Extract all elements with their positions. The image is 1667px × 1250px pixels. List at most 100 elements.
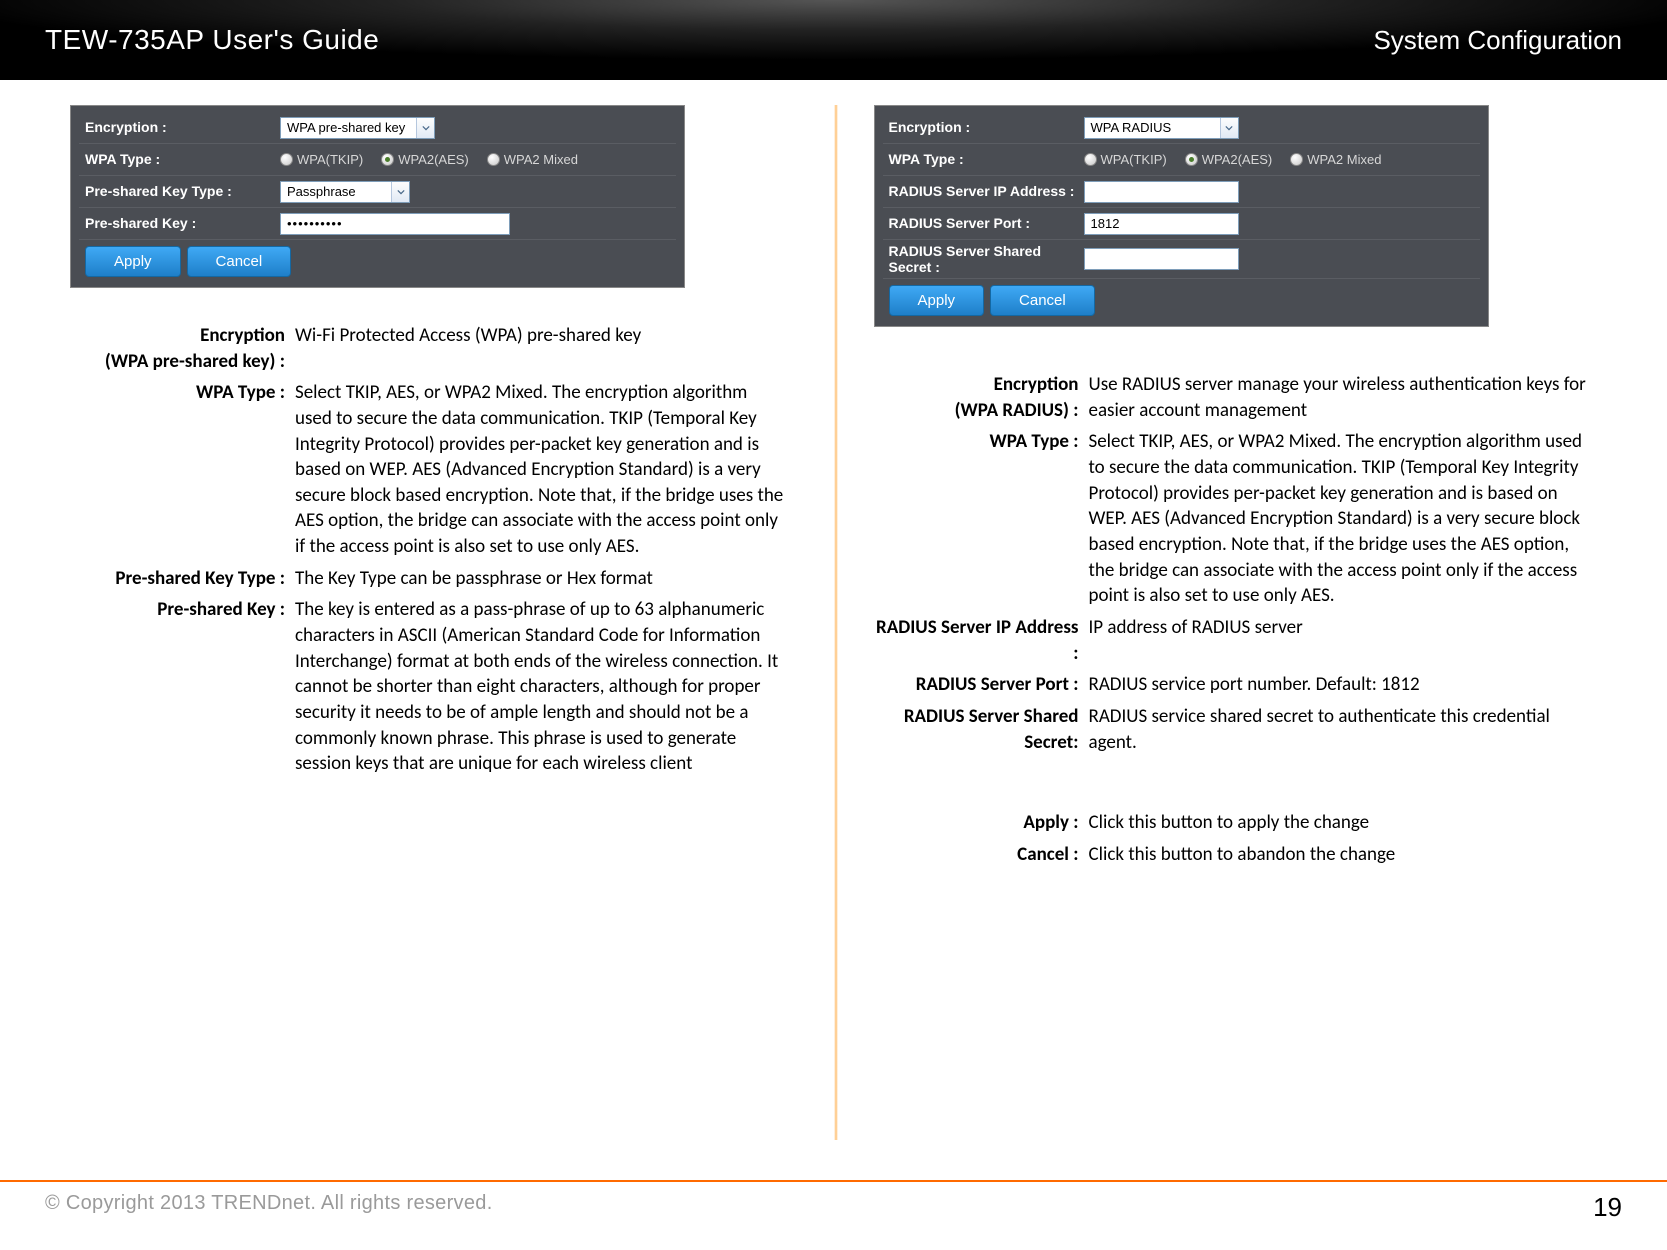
radius-ip-input[interactable] — [1084, 181, 1239, 203]
wpa-psk-panel: Encryption : WPA pre-shared key WPA Type… — [70, 105, 685, 288]
def-desc: Click this button to abandon the change — [1089, 842, 1598, 868]
cancel-button[interactable]: Cancel — [990, 285, 1095, 316]
def-term: WPA Type : — [874, 429, 1089, 608]
row-radius-ip: RADIUS Server IP Address : — [883, 176, 1480, 208]
radio-icon — [1290, 153, 1303, 166]
def-row: WPA Type : Select TKIP, AES, or WPA2 Mix… — [70, 380, 794, 559]
row-radius-port: RADIUS Server Port : 1812 — [883, 208, 1480, 240]
def-term: RADIUS Server IP Address : — [874, 615, 1089, 666]
label-psk-type: Pre-shared Key Type : — [85, 183, 280, 199]
radio-wpa-tkip[interactable]: WPA(TKIP) — [280, 152, 363, 167]
copyright: © Copyright 2013 TRENDnet. All rights re… — [45, 1192, 493, 1215]
label-encryption: Encryption : — [889, 119, 1084, 135]
label-wpa-type: WPA Type : — [85, 151, 280, 167]
encryption-select[interactable]: WPA pre-shared key — [280, 117, 435, 139]
chevron-down-icon — [1220, 118, 1238, 138]
row-encryption: Encryption : WPA pre-shared key — [79, 112, 676, 144]
label-psk: Pre-shared Key : — [85, 215, 280, 231]
def-term: RADIUS Server Port : — [874, 672, 1089, 698]
doc-title: TEW-735AP User's Guide — [45, 24, 379, 56]
def-row: RADIUS Server Shared Secret: RADIUS serv… — [874, 704, 1598, 755]
page-body: Encryption : WPA pre-shared key WPA Type… — [0, 80, 1667, 1155]
row-wpa-type: WPA Type : WPA(TKIP) WPA2(AES) WPA2 Mixe… — [79, 144, 676, 176]
radio-wpa2-aes[interactable]: WPA2(AES) — [381, 152, 469, 167]
left-column: Encryption : WPA pre-shared key WPA Type… — [30, 105, 834, 1155]
encryption-select[interactable]: WPA RADIUS — [1084, 117, 1239, 139]
right-column: Encryption : WPA RADIUS WPA Type : WPA(T… — [834, 105, 1638, 1155]
psk-input[interactable]: •••••••••• — [280, 213, 510, 235]
radio-wpa2-mixed[interactable]: WPA2 Mixed — [1290, 152, 1381, 167]
radio-wpa2-mixed[interactable]: WPA2 Mixed — [487, 152, 578, 167]
label-wpa-type: WPA Type : — [889, 151, 1084, 167]
cancel-button[interactable]: Cancel — [187, 246, 292, 277]
def-term: Pre-shared Key : — [70, 597, 295, 776]
def-desc: Use RADIUS server manage your wireless a… — [1089, 372, 1598, 423]
def-term: Pre-shared Key Type : — [70, 566, 295, 592]
radio-label: WPA2(AES) — [398, 152, 469, 167]
row-wpa-type: WPA Type : WPA(TKIP) WPA2(AES) WPA2 Mixe… — [883, 144, 1480, 176]
encryption-select-value: WPA RADIUS — [1085, 120, 1220, 135]
radio-icon — [1084, 153, 1097, 166]
def-row: Pre-shared Key : The key is entered as a… — [70, 597, 794, 776]
row-psk-type: Pre-shared Key Type : Passphrase — [79, 176, 676, 208]
psk-type-select[interactable]: Passphrase — [280, 181, 410, 203]
def-desc: Click this button to apply the change — [1089, 810, 1598, 836]
def-term: RADIUS Server Shared Secret: — [874, 704, 1089, 755]
row-encryption: Encryption : WPA RADIUS — [883, 112, 1480, 144]
def-row: Cancel : Click this button to abandon th… — [874, 842, 1598, 868]
def-term: Cancel : — [874, 842, 1089, 868]
def-row: Encryption (WPA RADIUS) : Use RADIUS ser… — [874, 372, 1598, 423]
radio-label: WPA2 Mixed — [504, 152, 578, 167]
def-term: Encryption (WPA RADIUS) : — [874, 372, 1089, 423]
radio-wpa2-aes[interactable]: WPA2(AES) — [1185, 152, 1273, 167]
def-desc: Select TKIP, AES, or WPA2 Mixed. The enc… — [295, 380, 794, 559]
def-row: Apply : Click this button to apply the c… — [874, 810, 1598, 836]
def-desc: Select TKIP, AES, or WPA2 Mixed. The enc… — [1089, 429, 1598, 608]
label-encryption: Encryption : — [85, 119, 280, 135]
def-desc: RADIUS service port number. Default: 181… — [1089, 672, 1598, 698]
row-radius-secret: RADIUS Server Shared Secret : — [883, 240, 1480, 279]
apply-button[interactable]: Apply — [889, 285, 985, 316]
page-header: TEW-735AP User's Guide System Configurat… — [0, 0, 1667, 80]
def-term: Apply : — [874, 810, 1089, 836]
wpa-type-radios: WPA(TKIP) WPA2(AES) WPA2 Mixed — [1084, 152, 1382, 167]
apply-button[interactable]: Apply — [85, 246, 181, 277]
def-desc: RADIUS service shared secret to authenti… — [1089, 704, 1598, 755]
doc-section: System Configuration — [1373, 25, 1622, 56]
radio-icon — [487, 153, 500, 166]
radio-icon — [280, 153, 293, 166]
radius-definitions: Encryption (WPA RADIUS) : Use RADIUS ser… — [874, 372, 1598, 755]
psk-type-value: Passphrase — [281, 184, 391, 199]
psk-definitions: Encryption (WPA pre-shared key) : Wi-Fi … — [70, 323, 794, 777]
def-desc: IP address of RADIUS server — [1089, 615, 1598, 666]
button-definitions: Apply : Click this button to apply the c… — [874, 810, 1598, 867]
def-row: WPA Type : Select TKIP, AES, or WPA2 Mix… — [874, 429, 1598, 608]
def-row: RADIUS Server Port : RADIUS service port… — [874, 672, 1598, 698]
def-desc: The key is entered as a pass-phrase of u… — [295, 597, 794, 776]
chevron-down-icon — [391, 182, 409, 202]
def-row: RADIUS Server IP Address : IP address of… — [874, 615, 1598, 666]
radius-port-input[interactable]: 1812 — [1084, 213, 1239, 235]
panel-buttons: Apply Cancel — [883, 285, 1480, 316]
label-radius-ip: RADIUS Server IP Address : — [889, 183, 1084, 199]
label-radius-secret: RADIUS Server Shared Secret : — [889, 243, 1084, 275]
radio-wpa-tkip[interactable]: WPA(TKIP) — [1084, 152, 1167, 167]
def-term: Encryption (WPA pre-shared key) : — [70, 323, 295, 374]
label-radius-port: RADIUS Server Port : — [889, 215, 1084, 231]
def-row: Pre-shared Key Type : The Key Type can b… — [70, 566, 794, 592]
def-term: WPA Type : — [70, 380, 295, 559]
radio-label: WPA(TKIP) — [1101, 152, 1167, 167]
page-number: 19 — [1593, 1192, 1622, 1223]
radius-secret-input[interactable] — [1084, 248, 1239, 270]
wpa-radius-panel: Encryption : WPA RADIUS WPA Type : WPA(T… — [874, 105, 1489, 327]
radio-label: WPA2(AES) — [1202, 152, 1273, 167]
radio-icon — [1185, 153, 1198, 166]
radio-label: WPA(TKIP) — [297, 152, 363, 167]
radio-icon — [381, 153, 394, 166]
wpa-type-radios: WPA(TKIP) WPA2(AES) WPA2 Mixed — [280, 152, 578, 167]
row-psk: Pre-shared Key : •••••••••• — [79, 208, 676, 240]
panel-buttons: Apply Cancel — [79, 246, 676, 277]
def-desc: Wi-Fi Protected Access (WPA) pre-shared … — [295, 323, 794, 374]
def-row: Encryption (WPA pre-shared key) : Wi-Fi … — [70, 323, 794, 374]
encryption-select-value: WPA pre-shared key — [281, 120, 416, 135]
